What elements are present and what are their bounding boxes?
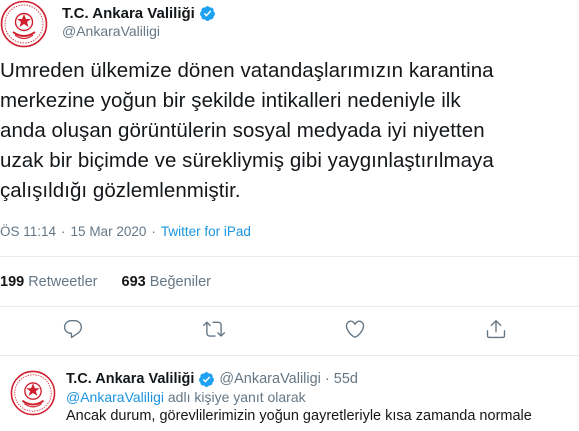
divider bbox=[0, 306, 579, 307]
divider bbox=[0, 355, 579, 356]
handle[interactable]: @AnkaraValiligi bbox=[62, 23, 160, 39]
reply-icon[interactable] bbox=[62, 318, 84, 340]
reply-to-label: adlı kişiye yanıt olarak bbox=[167, 389, 306, 405]
tweet-text-line: anda oluşan görüntülerin sosyal medyada … bbox=[0, 119, 485, 142]
like-icon[interactable] bbox=[344, 318, 366, 340]
reply-time[interactable]: 55d bbox=[334, 371, 358, 387]
reply-header: T.C. Ankara Valiliği @AnkaraValiligi · 5… bbox=[66, 370, 358, 388]
avatar[interactable] bbox=[0, 0, 48, 48]
divider bbox=[0, 256, 579, 257]
reply-to-mention[interactable]: @AnkaraValiligi bbox=[66, 389, 164, 405]
likes-stat[interactable]: 693 Beğeniler bbox=[122, 274, 211, 290]
reply-context: @AnkaraValiligi adlı kişiye yanıt olarak bbox=[66, 389, 306, 405]
tweet-page: T.C. Ankara Valiliği @AnkaraValiligi Umr… bbox=[0, 0, 579, 431]
reply-text: Ancak durum, görevlilerimizin yoğun gayr… bbox=[66, 408, 532, 424]
tweet-text-line: Umreden ülkemize dönen vatandaşlarımızın… bbox=[0, 59, 494, 82]
reply-avatar[interactable] bbox=[10, 370, 56, 416]
retweet-icon[interactable] bbox=[203, 318, 225, 340]
verified-badge-icon bbox=[198, 371, 215, 388]
retweets-count: 199 bbox=[0, 274, 25, 290]
action-bar bbox=[0, 318, 579, 344]
verified-badge-icon bbox=[199, 5, 216, 22]
tweet-header: T.C. Ankara Valiliği @AnkaraValiligi bbox=[0, 0, 579, 52]
reply-handle[interactable]: @AnkaraValiligi bbox=[219, 371, 321, 387]
name-row: T.C. Ankara Valiliği bbox=[62, 3, 216, 23]
display-name[interactable]: T.C. Ankara Valiliği bbox=[62, 5, 195, 22]
retweets-label: Retweetler bbox=[28, 274, 98, 290]
tweet-stats: 199 Retweetler 693 Beğeniler bbox=[0, 274, 211, 290]
tweet-meta: ÖS 11:14 · 15 Mar 2020 · Twitter for iPad bbox=[0, 224, 251, 239]
ankara-governorship-emblem-icon bbox=[10, 370, 56, 416]
reply-separator: · bbox=[324, 371, 330, 387]
tweet-text: Umreden ülkemize dönen vatandaşlarımızın… bbox=[0, 56, 572, 206]
tweet-text-line: uzak bir biçimde ve sürekliymiş gibi yay… bbox=[0, 149, 494, 172]
tweet-date[interactable]: 15 Mar 2020 bbox=[71, 224, 147, 239]
likes-count: 693 bbox=[121, 274, 146, 290]
tweet-time[interactable]: ÖS 11:14 bbox=[0, 224, 56, 239]
ankara-governorship-emblem-icon bbox=[0, 0, 48, 48]
reply-display-name[interactable]: T.C. Ankara Valiliği bbox=[66, 371, 194, 387]
share-icon[interactable] bbox=[485, 318, 507, 340]
likes-label: Beğeniler bbox=[149, 274, 212, 290]
tweet-source-link[interactable]: Twitter for iPad bbox=[161, 224, 251, 239]
tweet-text-line: merkezine yoğun bir şekilde intikalleri … bbox=[0, 89, 461, 112]
meta-separator: · bbox=[61, 224, 66, 239]
tweet-text-line: çalışıldığı gözlemlenmiştir. bbox=[0, 179, 241, 202]
retweets-stat[interactable]: 199 Retweetler bbox=[0, 274, 98, 290]
meta-separator: · bbox=[151, 224, 156, 239]
